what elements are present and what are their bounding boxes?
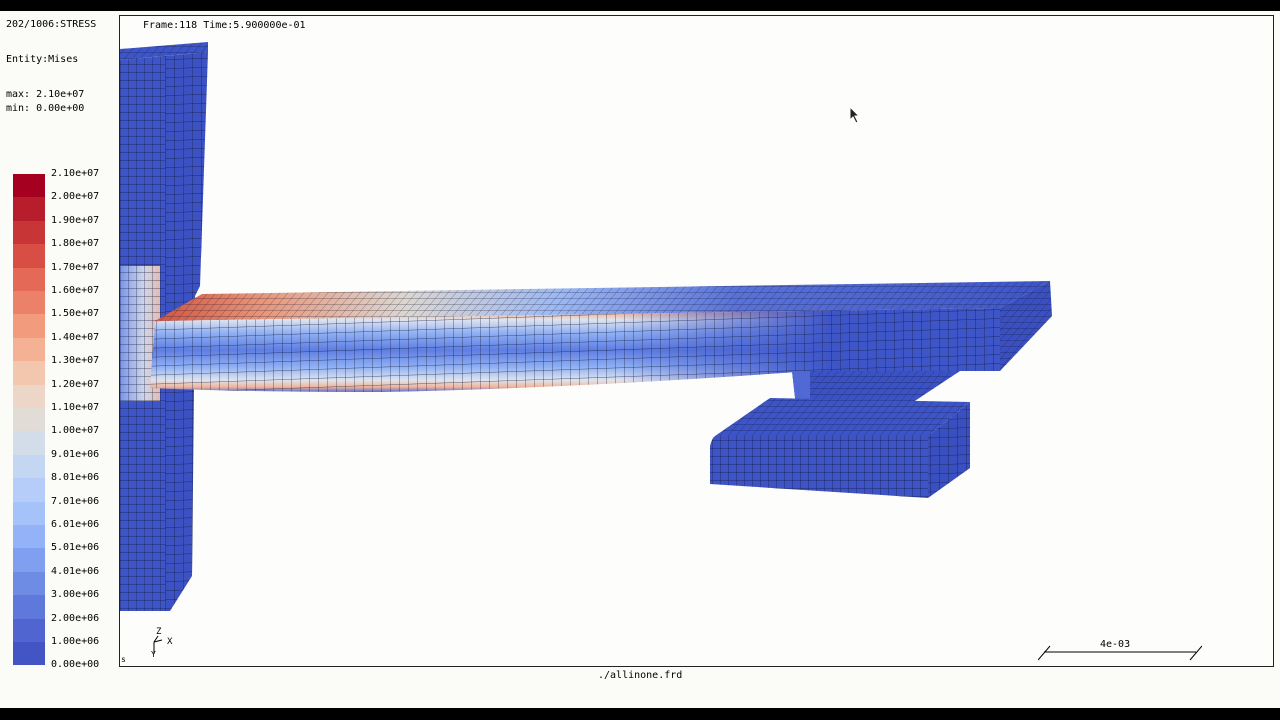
legend-label: 8.01e+06: [51, 472, 100, 484]
legend-swatch: [13, 525, 45, 549]
legend-label: 1.40e+07: [51, 331, 100, 343]
legend-label: 1.60e+07: [51, 285, 100, 296]
axis-triad: Z X Y: [151, 627, 173, 658]
legend-label: 2.00e+07: [51, 191, 100, 203]
legend-swatch: [13, 408, 45, 432]
axis-z-label: Z: [156, 627, 162, 637]
legend-label: 1.00e+07: [51, 425, 100, 437]
legend-label: 5.01e+06: [51, 542, 100, 554]
legend-label: 1.10e+07: [51, 402, 100, 413]
legend-swatch: [13, 478, 45, 502]
corner-label: s: [121, 655, 126, 664]
legend-label: 1.90e+07: [51, 214, 100, 226]
cgx-window: 202/1006:STRESS Entity:Mises max: 2.10e+…: [0, 11, 1280, 708]
legend-swatch: [13, 361, 45, 385]
scale-bar: 4e-03: [1037, 639, 1203, 662]
legend-swatch: [13, 501, 45, 525]
entity-label: Entity:Mises: [6, 54, 79, 65]
legend-label: 2.10e+07: [51, 168, 100, 179]
legend-label: 1.30e+07: [51, 355, 100, 367]
legend-label: 1.00e+06: [51, 636, 100, 647]
dataset-label: 202/1006:STRESS: [6, 19, 97, 30]
legend-swatch: [13, 291, 45, 315]
legend-swatch: [13, 337, 45, 362]
legend-swatch: [13, 244, 45, 268]
color-legend: 2.10e+07 2.00e+07 1.90e+07 1.80e+07 1.70e+07…: [13, 168, 103, 670]
legend-swatch: [13, 267, 45, 291]
graphics-viewport[interactable]: Frame:118 Time:5.900000e-01 Z X Y s 4e-0…: [119, 15, 1274, 667]
legend-swatch: [13, 220, 45, 245]
legend-swatch: [13, 454, 45, 479]
legend-swatch: [13, 618, 45, 642]
legend-label: 7.01e+06: [51, 495, 100, 507]
legend-label: 1.70e+07: [51, 261, 100, 273]
scale-bar-label: 4e-03: [1100, 639, 1131, 650]
min-value: min: 0.00e+00: [6, 103, 85, 114]
legend-swatch: [13, 595, 45, 619]
legend-swatch: [13, 314, 45, 338]
legend-label: 6.01e+06: [51, 519, 100, 530]
legend-label: 2.00e+06: [51, 612, 100, 624]
legend-swatch: [13, 548, 45, 572]
legend-label: 4.01e+06: [51, 565, 100, 577]
legend-label: 1.80e+07: [51, 238, 100, 250]
block-part: [710, 398, 970, 498]
legend-label: 3.00e+06: [51, 589, 100, 601]
fe-model-view[interactable]: [120, 16, 1273, 666]
legend-label: 1.20e+07: [51, 378, 100, 390]
legend-swatch: [13, 431, 45, 455]
legend-swatch: [13, 197, 45, 221]
axis-y-label: Y: [151, 650, 156, 658]
legend-label: 9.01e+06: [51, 448, 100, 460]
legend-label: 0.00e+00: [51, 659, 100, 671]
legend-swatch: [13, 642, 45, 666]
max-value: max: 2.10e+07: [6, 89, 85, 100]
legend-swatch: [13, 571, 45, 596]
legend-label: 1.50e+07: [51, 308, 100, 320]
legend-swatch: [13, 384, 45, 408]
filename-label: ./allinone.frd: [598, 670, 683, 681]
axis-x-label: X: [167, 637, 173, 647]
mouse-pointer-icon: [849, 106, 861, 124]
legend-swatch: [13, 174, 45, 198]
